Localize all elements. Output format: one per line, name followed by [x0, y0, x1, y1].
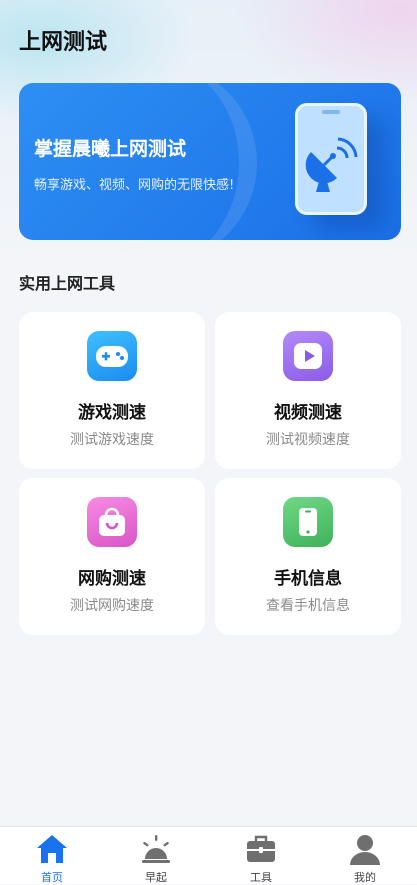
section-title: 实用上网工具 — [19, 274, 116, 293]
promo-banner[interactable]: 掌握晨曦上网测试 畅享游戏、视频、网购的无限快感! — [19, 83, 401, 240]
tab-early-rise[interactable]: 早起 — [104, 827, 208, 884]
card-description: 测试视频速度 — [266, 432, 350, 448]
tab-profile[interactable]: 我的 — [313, 827, 417, 884]
tab-tools[interactable]: 工具 — [209, 827, 313, 884]
shopping-bag-icon — [87, 497, 137, 547]
sunrise-icon — [142, 835, 170, 863]
tab-home[interactable]: 首页 — [0, 827, 104, 884]
banner-subtitle: 畅享游戏、视频、网购的无限快感! — [34, 178, 235, 193]
gamepad-icon — [87, 331, 137, 381]
game-speed-card[interactable]: 游戏测速 测试游戏速度 — [19, 312, 205, 469]
card-description: 测试游戏速度 — [70, 432, 154, 448]
card-title: 网购测速 — [78, 569, 146, 589]
phone-icon — [283, 497, 333, 547]
video-speed-card[interactable]: 视频测速 测试视频速度 — [215, 312, 401, 469]
shopping-speed-card[interactable]: 网购测速 测试网购速度 — [19, 478, 205, 635]
toolbox-icon — [247, 835, 275, 862]
card-title: 游戏测速 — [78, 403, 146, 423]
bottom-tab-bar: 首页 早起 工具 我的 — [0, 826, 417, 884]
phone-satellite-icon — [295, 103, 367, 215]
card-title: 视频测速 — [274, 403, 342, 423]
page-title: 上网测试 — [19, 30, 108, 55]
video-play-icon — [283, 331, 333, 381]
card-description: 测试网购速度 — [70, 598, 154, 614]
home-icon — [37, 835, 67, 863]
card-title: 手机信息 — [274, 569, 342, 589]
banner-title: 掌握晨曦上网测试 — [34, 138, 187, 160]
card-description: 查看手机信息 — [266, 598, 350, 614]
banner-decoration — [59, 83, 257, 240]
user-icon — [350, 835, 380, 865]
phone-info-card[interactable]: 手机信息 查看手机信息 — [215, 478, 401, 635]
